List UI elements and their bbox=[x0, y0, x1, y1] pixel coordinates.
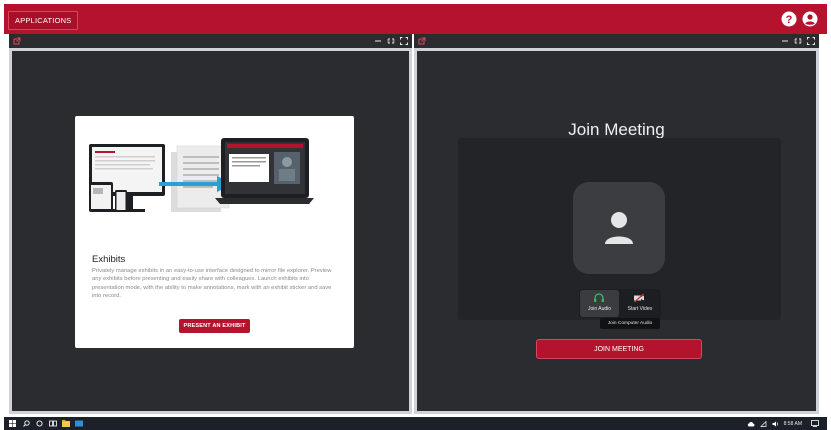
file-explorer-icon[interactable] bbox=[62, 420, 70, 427]
external-link-icon[interactable] bbox=[13, 37, 21, 45]
maximize-icon[interactable] bbox=[807, 37, 815, 45]
question-circle-icon[interactable]: ? bbox=[781, 11, 797, 27]
search-icon[interactable] bbox=[23, 420, 30, 427]
os-taskbar: 8:58 AM bbox=[4, 417, 827, 430]
start-video-button[interactable]: Start Video bbox=[620, 290, 660, 317]
join-meeting-title: Join Meeting bbox=[568, 120, 665, 139]
app-header: APPLICATIONS ? bbox=[4, 4, 827, 34]
windows-start-icon[interactable] bbox=[9, 420, 16, 427]
video-off-icon bbox=[634, 293, 644, 303]
exhibits-description: Privately manage exhibits in an easy-to-… bbox=[92, 268, 332, 300]
restore-icon[interactable] bbox=[794, 37, 802, 45]
pane-content: Join Meeting Join Audio Start Video Join… bbox=[417, 51, 816, 411]
minimize-icon[interactable] bbox=[781, 37, 789, 45]
external-link-icon[interactable] bbox=[418, 37, 426, 45]
user-circle-icon[interactable] bbox=[802, 11, 818, 27]
exhibits-pane: Exhibits Privately manage exhibits in an… bbox=[9, 34, 412, 414]
volume-icon[interactable] bbox=[772, 421, 779, 427]
pane-header bbox=[414, 34, 819, 48]
video-preview: Join Audio Start Video Join Computer Aud… bbox=[458, 138, 781, 329]
exhibits-card: Exhibits Privately manage exhibits in an… bbox=[75, 116, 354, 348]
exhibits-title: Exhibits bbox=[92, 254, 126, 265]
pane-header bbox=[9, 34, 412, 48]
system-tray: 8:58 AM bbox=[747, 419, 819, 428]
network-icon[interactable] bbox=[759, 420, 767, 427]
exhibits-illustration bbox=[89, 138, 314, 212]
mail-app-icon[interactable] bbox=[75, 420, 83, 427]
maximize-icon[interactable] bbox=[400, 37, 408, 45]
join-audio-tooltip: Join Computer Audio bbox=[600, 318, 660, 329]
person-icon bbox=[605, 212, 633, 244]
meeting-pane: Join Meeting Join Audio Start Video Join… bbox=[414, 34, 819, 414]
join-audio-label: Join Audio bbox=[587, 306, 612, 312]
restore-icon[interactable] bbox=[387, 37, 395, 45]
clock-text[interactable]: 8:58 AM bbox=[784, 421, 802, 427]
avatar-placeholder bbox=[573, 182, 665, 274]
pane-content: Exhibits Privately manage exhibits in an… bbox=[12, 51, 409, 411]
task-view-icon[interactable] bbox=[49, 420, 57, 427]
applications-button[interactable]: APPLICATIONS bbox=[8, 11, 79, 30]
cortana-icon[interactable] bbox=[36, 420, 43, 427]
join-meeting-button[interactable]: JOIN MEETING bbox=[536, 339, 702, 359]
join-audio-button[interactable]: Join Audio bbox=[580, 290, 619, 317]
headphones-icon bbox=[594, 293, 604, 302]
cloud-icon[interactable] bbox=[747, 421, 755, 427]
notifications-icon[interactable] bbox=[811, 420, 819, 427]
start-video-label: Start Video bbox=[627, 306, 653, 312]
audio-video-controls: Join Audio Start Video bbox=[579, 289, 661, 318]
svg-text:?: ? bbox=[786, 14, 793, 26]
present-exhibit-button[interactable]: PRESENT AN EXHIBIT bbox=[179, 319, 250, 333]
minimize-icon[interactable] bbox=[374, 37, 382, 45]
